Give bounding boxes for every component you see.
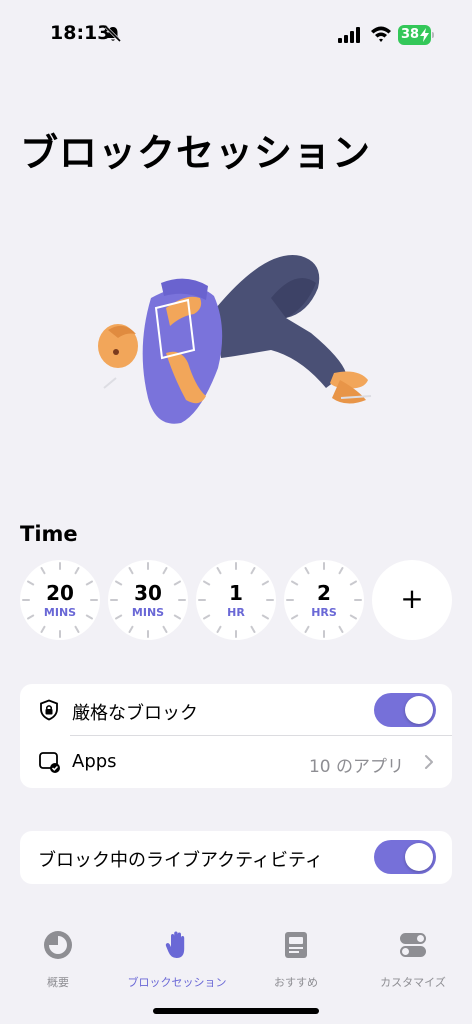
apps-check-icon	[39, 752, 60, 773]
chevron-right-icon	[425, 755, 433, 769]
hand-icon	[165, 931, 185, 958]
live-activity-toggle[interactable]	[374, 840, 436, 874]
block-settings-card: 厳格なブロック Apps 10 のアプリ	[20, 684, 452, 788]
tab-block-session[interactable]: ブロックセッション	[122, 930, 232, 990]
tab-recommended[interactable]: おすすめ	[241, 930, 351, 990]
tab-label: おすすめ	[274, 976, 318, 989]
time-section-title: Time	[20, 522, 78, 546]
preset-value: 30	[134, 581, 162, 605]
live-activity-label: ブロック中のライブアクティビティ	[38, 850, 323, 871]
toggles-icon	[400, 933, 426, 957]
live-activity-card: ブロック中のライブアクティビティ	[20, 831, 452, 884]
apps-count: 10 のアプリ	[308, 757, 404, 777]
battery-cap	[432, 32, 434, 38]
overview-icon	[44, 931, 72, 959]
home-indicator	[153, 1008, 319, 1014]
preset-2-hrs-button[interactable]: 2 HRS	[284, 560, 364, 640]
strict-block-row: 厳格なブロック	[20, 684, 452, 736]
apps-row[interactable]: Apps 10 のアプリ	[20, 736, 452, 788]
preset-unit: HRS	[311, 606, 337, 619]
signal-icon	[338, 27, 360, 43]
preset-1-hr-button[interactable]: 1 HR	[196, 560, 276, 640]
wifi-icon	[371, 26, 391, 42]
preset-30-mins-button[interactable]: 30 MINS	[108, 560, 188, 640]
preset-value: 2	[317, 581, 331, 605]
add-custom-time-button[interactable]: +	[372, 560, 452, 640]
strict-block-label: 厳格なブロック	[72, 703, 198, 724]
status-time: 18:13	[50, 22, 111, 44]
strict-block-toggle[interactable]	[374, 693, 436, 727]
preset-unit: MINS	[131, 606, 165, 619]
status-bar: 18:13 38	[0, 0, 472, 70]
battery-indicator: 38	[398, 25, 434, 45]
page-title: ブロックセッション	[20, 131, 372, 175]
preset-value: 1	[229, 581, 243, 605]
preset-value: 20	[46, 581, 74, 605]
preset-unit: MINS	[43, 606, 77, 619]
tab-overview[interactable]: 概要	[3, 930, 113, 990]
apps-label: Apps	[72, 751, 117, 772]
relaxing-person-illustration	[98, 255, 372, 424]
preset-20-mins-button[interactable]: 20 MINS	[20, 560, 100, 640]
document-icon	[285, 932, 307, 958]
tab-label: 概要	[47, 976, 69, 989]
tab-customize[interactable]: カスタマイズ	[358, 930, 468, 990]
preset-unit: HR	[227, 606, 245, 619]
tab-label: カスタマイズ	[380, 976, 446, 989]
live-activity-row: ブロック中のライブアクティビティ	[20, 831, 452, 883]
tab-label: ブロックセッション	[127, 976, 227, 989]
toggle-knob	[405, 843, 433, 871]
shield-lock-icon	[40, 699, 58, 721]
toggle-knob	[405, 696, 433, 724]
bell-muted-icon	[104, 25, 122, 43]
charging-bolt-icon	[420, 28, 429, 42]
